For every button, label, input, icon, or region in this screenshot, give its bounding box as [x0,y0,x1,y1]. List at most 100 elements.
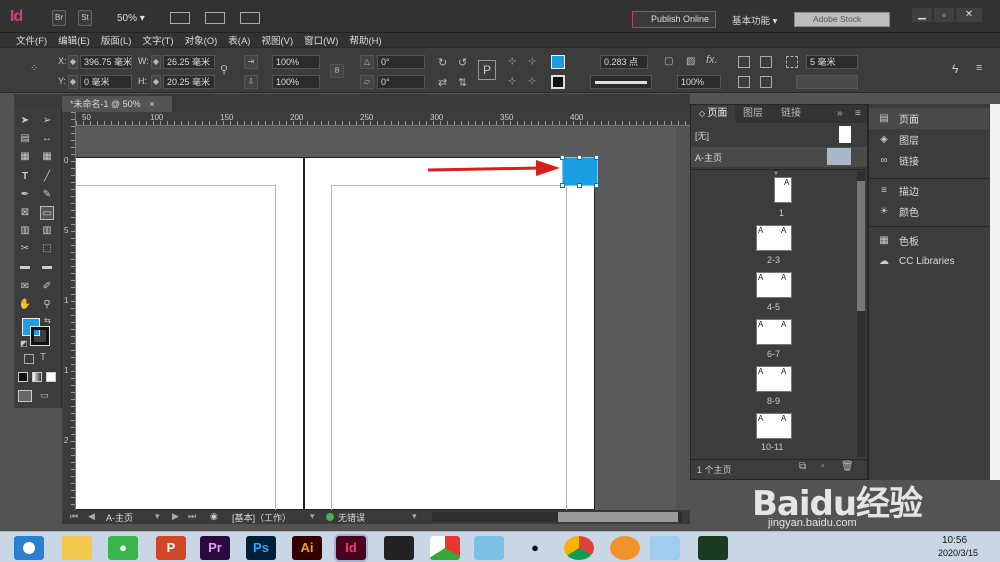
edit-page-size-icon[interactable]: ⧉ [799,461,806,472]
rectangle-tool-icon[interactable]: ▭ [40,206,54,220]
hand-tool-icon[interactable]: ✋ [18,298,32,312]
menu-file[interactable]: 文件(F) [16,33,47,47]
cloud-app-icon[interactable] [474,536,504,560]
app-icon[interactable] [430,536,460,560]
restore-button[interactable]: ▫ [934,8,954,22]
premiere-icon[interactable]: Pr [200,536,230,560]
page-tool-icon[interactable]: ▤ [18,132,32,146]
adobe-stock-search[interactable]: Adobe Stock [794,12,890,27]
dock-item-stroke[interactable]: ≡ 描边 [869,180,989,201]
tab-layers[interactable]: 图层 [735,105,771,123]
menu-table[interactable]: 表(A) [228,33,250,47]
page-thumb-2-3[interactable]: A A [756,225,792,251]
style-select[interactable] [796,75,858,89]
preflight-dropdown-icon[interactable]: ▾ [412,511,417,522]
panel-menu-icon[interactable]: ≡ [855,108,861,119]
pen-tool-icon[interactable]: ✒ [18,188,32,202]
chrome-icon[interactable] [564,536,594,560]
workspace-switcher[interactable]: 基本功能 ▾ [732,13,777,27]
view-options-icon[interactable] [170,12,190,24]
rotate-field[interactable]: 0° [377,55,425,69]
fill-frame-icon[interactable] [760,76,772,88]
video-app-icon[interactable] [384,536,414,560]
swap-colors-icon[interactable]: ⇆ [44,316,51,325]
formatting-text-icon[interactable]: T [40,352,46,363]
select-previous-icon[interactable]: ⊹ [528,56,536,67]
constrain-proportions-icon[interactable]: ⚲ [220,63,228,76]
menu-object[interactable]: 对象(O) [185,33,218,47]
pages-scrollbar[interactable] [857,171,865,457]
w-stepper[interactable]: ◆ [151,55,161,69]
menu-help[interactable]: 帮助(H) [349,33,381,47]
none-master-thumb[interactable] [839,126,851,143]
illustrator-icon[interactable]: Ai [292,536,322,560]
page-thumb-10-11[interactable]: A A [756,413,792,439]
select-content-icon[interactable]: ⊹ [508,76,516,87]
panel-menu-icon[interactable]: ≡ [976,62,982,74]
open-page-icon[interactable]: ◉ [210,511,218,522]
type-tool-icon[interactable]: T [18,170,32,184]
photoshop-icon[interactable]: Ps [246,536,276,560]
panel-collapse-icon[interactable]: » [837,108,843,119]
center-content-icon[interactable] [738,76,750,88]
scale-y-field[interactable]: 100% [272,75,320,89]
stock-button[interactable]: St [78,10,92,26]
resize-handle[interactable] [594,155,599,160]
stroke-weight-field[interactable]: 0.283 点 [600,55,648,69]
content-collector-icon[interactable]: ▦ [18,150,32,164]
flip-vertical-icon[interactable]: ⇅ [458,76,467,89]
note-tool-icon[interactable]: ✉ [18,280,32,294]
x-stepper[interactable]: ◆ [68,55,78,69]
powerpoint-icon[interactable]: P [156,536,186,560]
pencil-tool-icon[interactable]: ✎ [40,188,54,202]
menu-view[interactable]: 视图(V) [261,33,293,47]
select-container-icon[interactable]: ⊹ [508,56,516,67]
green-app-icon[interactable] [698,536,728,560]
arrange-documents-icon[interactable] [240,12,260,24]
apply-color-icon[interactable] [18,372,28,382]
y-stepper[interactable]: ◆ [68,75,78,89]
menu-window[interactable]: 窗口(W) [304,33,338,47]
close-tab-icon[interactable]: × [149,99,154,109]
page-thumb-6-7[interactable]: A A [756,319,792,345]
select-next-icon[interactable]: ⊹ [528,76,536,87]
corner-options-icon[interactable]: ▨ [686,56,695,67]
horizontal-scrollbar[interactable] [432,512,682,522]
dock-item-layers[interactable]: ◈ 图层 [869,129,989,150]
rotate-ccw-icon[interactable]: ↺ [458,56,467,69]
eyedropper-tool-icon[interactable]: ✐ [40,280,54,294]
previous-page-icon[interactable]: ◀ [88,511,95,522]
qq-icon[interactable]: ● [520,536,550,560]
resize-handle[interactable] [577,155,582,160]
selection-tool-icon[interactable]: ➤ [18,114,32,128]
page-number-field[interactable]: A-主页 [106,511,133,524]
constrain-scale-icon[interactable]: 8 [330,64,344,78]
a-master-thumb-left[interactable] [827,148,839,165]
offset-field[interactable]: 5 毫米 [806,55,858,69]
rotate-cw-icon[interactable]: ↻ [438,56,447,69]
document-tab[interactable]: *未命名-1 @ 50% × [62,96,172,112]
zoom-tool-icon[interactable]: ⚲ [40,298,54,312]
flip-horizontal-icon[interactable]: ⇄ [438,76,447,89]
menu-type[interactable]: 文字(T) [142,33,173,47]
screen-mode-icon[interactable] [205,12,225,24]
effects-fx-icon[interactable]: fx. [706,54,718,66]
h-field[interactable]: 20.25 毫米 [163,75,215,89]
stroke-color-swatch[interactable] [30,326,50,346]
w-field[interactable]: 26.25 毫米 [163,55,215,69]
tab-links[interactable]: 链接 [773,105,809,123]
reference-point-icon[interactable]: ⁘ [30,63,44,77]
close-window-button[interactable]: ✕ [956,8,982,22]
table-tool-icon[interactable]: ▥ [18,224,32,238]
y-field[interactable]: 0 毫米 [80,75,132,89]
content-placer-icon[interactable]: ▦ [40,150,54,164]
delete-page-icon[interactable]: 🗑 [841,461,854,472]
default-colors-icon[interactable]: ◩ [20,339,28,348]
apply-none-icon[interactable] [46,372,56,382]
browser-icon[interactable] [610,536,640,560]
dock-item-pages[interactable]: ▤ 页面 [869,108,989,129]
wrap-icon[interactable]: ▢ [664,56,673,67]
app-icon[interactable] [650,536,680,560]
horizontal-ruler[interactable]: 50 100 150 200 250 300 350 400 [76,112,690,126]
scrollbar-thumb[interactable] [857,181,865,311]
